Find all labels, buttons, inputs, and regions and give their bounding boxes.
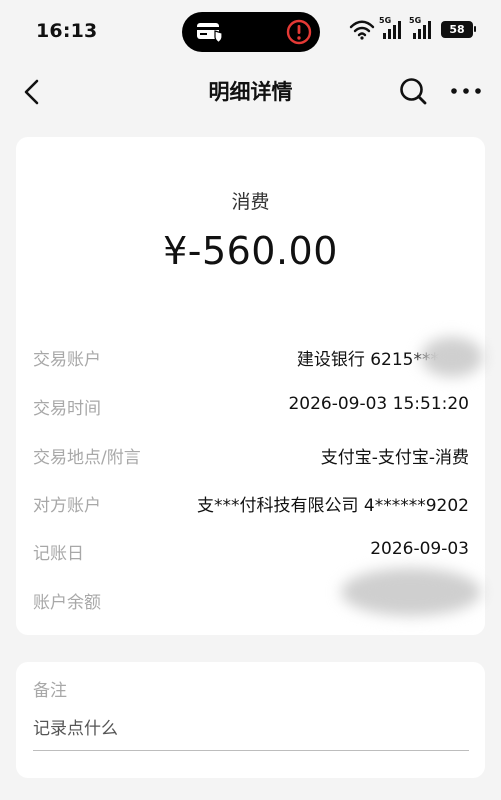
detail-row-location: 交易地点/附言 支付宝-支付宝-消费	[33, 441, 469, 469]
cellular-signal-icon-1: 5G	[379, 16, 405, 40]
detail-row-posting-date: 记账日 2026-09-03	[33, 537, 469, 565]
status-bar: 16:13 5G 5G 58	[0, 0, 501, 62]
card-shield-icon	[197, 23, 223, 43]
status-time: 16:13	[36, 20, 98, 42]
alert-icon	[286, 19, 312, 45]
redaction-blur	[341, 568, 481, 616]
detail-label: 记账日	[33, 544, 84, 564]
dynamic-island[interactable]	[182, 12, 320, 52]
notes-card: 备注	[16, 662, 485, 778]
more-horizontal-icon[interactable]	[450, 86, 482, 96]
nav-bar: 明细详情	[0, 62, 501, 120]
transaction-type: 消费	[231, 191, 270, 213]
detail-label: 对方账户	[33, 496, 101, 516]
detail-label: 交易账户	[33, 350, 101, 370]
transaction-detail-screen: 16:13 5G 5G 58 明细详情 消费 ¥-560.00 交易账户 建设银…	[0, 0, 501, 800]
detail-value: 2026-09-03 15:51:20	[288, 394, 469, 414]
detail-row-counterparty: 对方账户 支***付科技有限公司 4******9202	[33, 489, 469, 517]
detail-value: 支付宝-支付宝-消费	[320, 448, 469, 468]
detail-value: 建设银行 6215***	[296, 350, 439, 370]
redaction-blur	[421, 337, 483, 377]
detail-label: 交易地点/附言	[33, 448, 141, 468]
transaction-card: 消费 ¥-560.00 交易账户 建设银行 6215*** 交易时间 2026-…	[16, 137, 485, 635]
wifi-icon	[349, 20, 375, 40]
transaction-amount: ¥-560.00	[163, 229, 338, 273]
detail-row-balance: 账户余额	[33, 568, 481, 616]
detail-label: 账户余额	[33, 593, 101, 613]
detail-label: 交易时间	[33, 399, 101, 419]
notes-title: 备注	[33, 681, 67, 701]
detail-row-time: 交易时间 2026-09-03 15:51:20	[33, 392, 469, 420]
detail-value: 支***付科技有限公司 4******9202	[197, 496, 469, 516]
search-icon[interactable]	[398, 76, 428, 106]
cellular-signal-icon-2: 5G	[409, 16, 435, 40]
notes-input[interactable]	[33, 708, 469, 751]
battery-tip	[474, 26, 476, 32]
detail-value: 2026-09-03	[370, 539, 469, 559]
battery-icon: 58	[441, 21, 473, 38]
detail-row-account: 交易账户 建设银行 6215***	[33, 337, 483, 377]
